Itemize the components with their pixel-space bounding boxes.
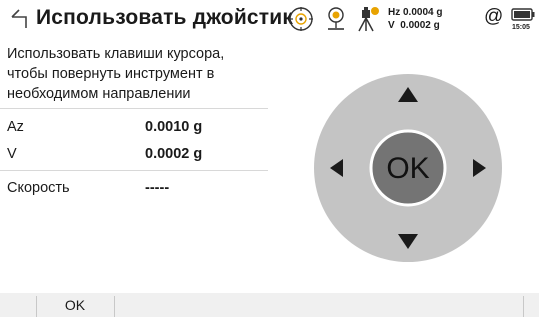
- page-title: Использовать джойстик: [36, 6, 294, 29]
- softkey-separator: [523, 296, 524, 317]
- battery-icon: [511, 8, 535, 21]
- hz-readout: Hz 0.0004 g: [388, 7, 443, 18]
- angle-readout: Hz 0.0004 g V 0.0002 g: [388, 6, 442, 32]
- speed-value: -----: [145, 180, 170, 196]
- target-icon[interactable]: [287, 5, 315, 33]
- v-readout: V 0.0002 g: [388, 20, 440, 31]
- clock-time: 15:05: [512, 24, 530, 31]
- ok-center-label: OK: [386, 152, 429, 185]
- ok-button[interactable]: OK: [36, 293, 114, 317]
- v-label: V: [7, 146, 17, 162]
- instruction-text: Использовать клавиши курсора, чтобы пове…: [7, 46, 225, 102]
- divider: [0, 108, 268, 109]
- divider: [0, 170, 268, 171]
- joystick[interactable]: OK: [313, 73, 503, 263]
- speed-label: Скорость: [7, 180, 70, 196]
- instrument-icon[interactable]: [354, 5, 382, 33]
- az-value: 0.0010 g: [145, 119, 203, 135]
- header-bar: Использовать джойстик Hz 0.0004 g V 0.00…: [0, 0, 539, 40]
- prism-icon[interactable]: [322, 5, 350, 33]
- back-icon[interactable]: [8, 6, 30, 32]
- v-value: 0.0002 g: [145, 146, 203, 162]
- softkey-separator: [114, 296, 115, 317]
- at-icon[interactable]: @: [484, 6, 503, 28]
- ok-button-label: OK: [64, 297, 86, 313]
- az-label: Az: [7, 119, 24, 135]
